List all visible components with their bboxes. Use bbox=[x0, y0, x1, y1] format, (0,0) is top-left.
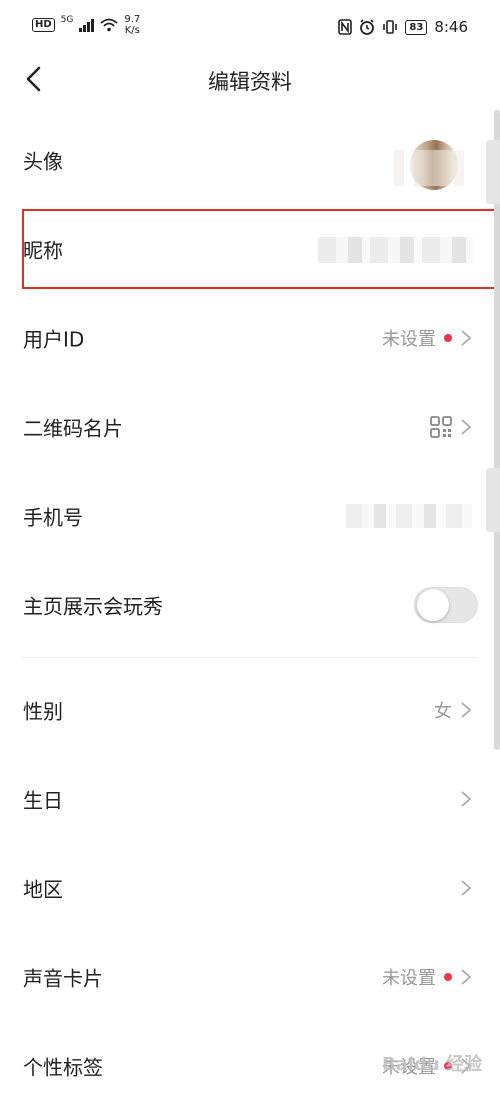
phone-row[interactable]: 手机号 bbox=[0, 472, 500, 560]
chevron-right-icon bbox=[461, 330, 472, 346]
nfc-icon bbox=[338, 19, 353, 35]
watermark: Baidu 经验 bbox=[381, 1054, 482, 1075]
avatar[interactable] bbox=[394, 140, 474, 198]
homepage-show-label: 主页展示会玩秀 bbox=[23, 594, 163, 619]
speed-unit: K/s bbox=[124, 25, 140, 36]
signal-icon bbox=[79, 18, 95, 32]
red-dot-badge bbox=[444, 334, 452, 342]
user-id-label: 用户ID bbox=[23, 327, 85, 352]
birthday-row[interactable]: 生日 bbox=[0, 755, 500, 843]
vibrate-icon bbox=[383, 20, 398, 34]
qr-code-icon bbox=[430, 416, 452, 438]
qr-card-label: 二维码名片 bbox=[23, 416, 123, 441]
alarm-icon bbox=[360, 19, 375, 35]
network-speed: 9.7 K/s bbox=[124, 14, 140, 36]
status-time: 8:46 bbox=[434, 18, 468, 36]
chevron-right-icon bbox=[461, 702, 472, 718]
homepage-show-toggle[interactable] bbox=[414, 587, 478, 623]
section-divider bbox=[22, 657, 478, 658]
homepage-show-row: 主页展示会玩秀 bbox=[0, 561, 500, 649]
chevron-right-icon bbox=[461, 419, 472, 435]
gender-row[interactable]: 性别 女 bbox=[0, 666, 500, 754]
region-label: 地区 bbox=[23, 877, 63, 902]
user-id-right: 未设置 bbox=[382, 325, 472, 351]
avatar-label: 头像 bbox=[23, 149, 63, 174]
header: 编辑资料 bbox=[0, 56, 500, 104]
chevron-right-icon bbox=[461, 791, 472, 807]
voice-card-row[interactable]: 声音卡片 未设置 bbox=[0, 933, 500, 1021]
phone-label: 手机号 bbox=[23, 505, 83, 530]
page-title: 编辑资料 bbox=[208, 70, 292, 94]
birthday-right bbox=[460, 790, 472, 808]
user-id-value: 未设置 bbox=[382, 329, 436, 350]
qr-card-right bbox=[430, 416, 472, 438]
chevron-right-icon bbox=[461, 880, 472, 896]
speed-value: 9.7 bbox=[124, 14, 141, 25]
scrollbar[interactable] bbox=[494, 110, 500, 750]
birthday-label: 生日 bbox=[23, 788, 63, 813]
voice-card-right: 未设置 bbox=[382, 964, 472, 990]
qr-card-row[interactable]: 二维码名片 bbox=[0, 383, 500, 471]
avatar-row[interactable]: 头像 bbox=[0, 116, 500, 204]
network-type: 5G bbox=[60, 15, 74, 25]
battery-icon: 83 bbox=[405, 19, 428, 35]
scroll-nub-middle bbox=[486, 468, 500, 532]
homepage-show-right bbox=[414, 587, 478, 623]
user-id-row[interactable]: 用户ID 未设置 bbox=[0, 294, 500, 382]
phone-value-blurred bbox=[346, 504, 472, 528]
voice-card-value: 未设置 bbox=[382, 968, 436, 989]
scroll-nub-top bbox=[486, 140, 500, 204]
voice-card-label: 声音卡片 bbox=[23, 966, 103, 991]
chevron-right-icon bbox=[461, 969, 472, 985]
gender-label: 性别 bbox=[23, 699, 63, 724]
highlight-box bbox=[22, 209, 496, 289]
tags-label: 个性标签 bbox=[23, 1055, 103, 1080]
gender-value: 女 bbox=[434, 701, 452, 722]
status-bar: HD 5G 9.7 K/s 83 8:46 bbox=[0, 0, 500, 56]
region-row[interactable]: 地区 bbox=[0, 844, 500, 932]
region-right bbox=[460, 879, 472, 897]
red-dot-badge bbox=[444, 973, 452, 981]
gender-right: 女 bbox=[434, 697, 472, 723]
hd-badge: HD bbox=[32, 18, 55, 32]
wifi-icon bbox=[100, 18, 118, 32]
toggle-knob bbox=[417, 589, 449, 621]
